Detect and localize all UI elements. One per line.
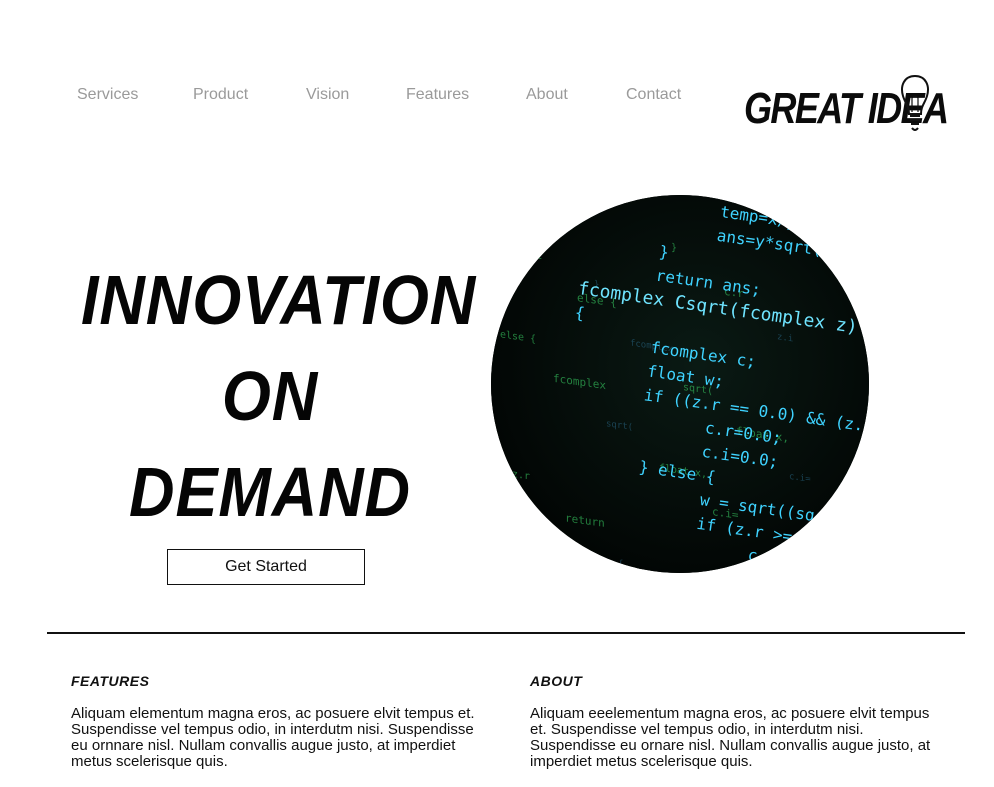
nav-item-about[interactable]: About — [526, 86, 568, 104]
nav-item-vision[interactable]: Vision — [306, 86, 349, 104]
hero-title-line: DEMAND — [129, 453, 411, 531]
code-fragment: z.r — [512, 469, 530, 482]
code-fragment: } — [671, 242, 677, 254]
about-body: Aliquam eeelementum magna eros, ac posue… — [530, 705, 931, 770]
code-screen-image: c.rz.ielse {fcomplexsqrt(float x,c.i=z.r… — [491, 195, 869, 573]
features-title: FEATURES — [71, 673, 150, 689]
hero-title: INNOVATION ON DEMAND — [81, 252, 477, 540]
lightbulb-icon — [901, 74, 929, 131]
logo[interactable]: GREAT IDEA — [744, 72, 949, 148]
get-started-button[interactable]: Get Started — [167, 549, 365, 585]
code-fragment: { — [541, 232, 548, 246]
code-fragment: return — [491, 550, 524, 566]
section-divider — [47, 632, 965, 634]
nav-item-contact[interactable]: Contact — [626, 86, 681, 104]
code-fragment: z.r — [765, 553, 782, 565]
code-screen-graphic: c.rz.ielse {fcomplexsqrt(float x,c.i=z.r… — [491, 195, 869, 573]
hero-title-line: INNOVATION — [81, 261, 477, 339]
nav-item-product[interactable]: Product — [193, 86, 248, 104]
features-body: Aliquam elementum magna eros, ac posuere… — [71, 705, 475, 770]
code-line: c.r — [747, 545, 779, 568]
hero-title-line: ON — [221, 357, 319, 435]
code-fragment: z.i — [524, 249, 542, 262]
nav-item-features[interactable]: Features — [406, 86, 469, 104]
nav-item-services[interactable]: Services — [77, 86, 138, 104]
code-fragment: { — [618, 559, 623, 570]
about-title: ABOUT — [530, 673, 583, 689]
